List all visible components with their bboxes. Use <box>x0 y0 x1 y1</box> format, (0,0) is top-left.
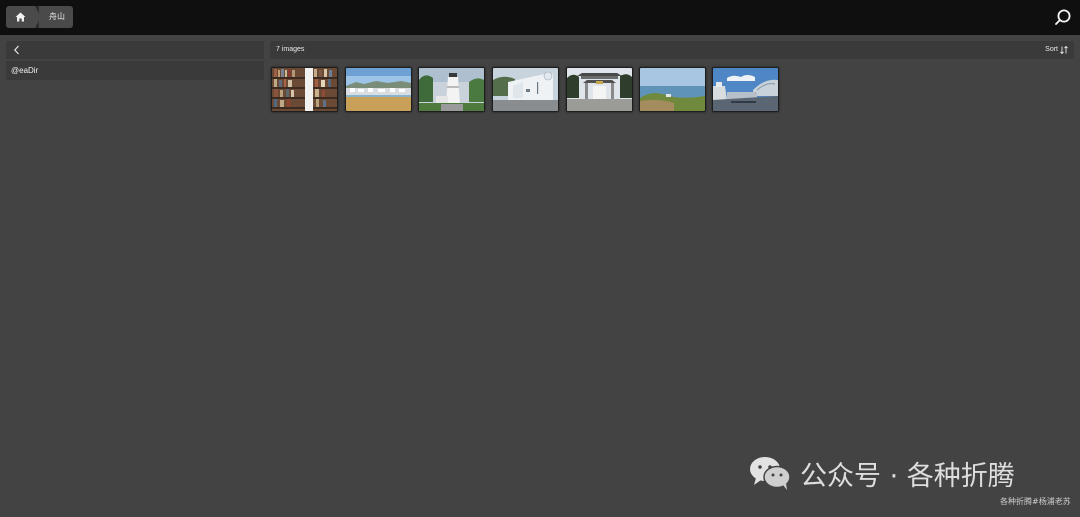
watermark-subtitle: 各种折腾#杨浦老苏 <box>1000 497 1071 506</box>
top-bar: 舟山 <box>0 0 1080 35</box>
gallery-header: 7 images Sort <box>270 41 1074 59</box>
search-icon[interactable] <box>1054 8 1072 26</box>
thumbnail-harbor-beach[interactable] <box>345 67 412 112</box>
breadcrumb-current[interactable]: 舟山 <box>39 6 73 28</box>
home-icon <box>15 12 26 22</box>
wechat-icon <box>750 457 791 490</box>
sort-arrows-icon <box>1060 46 1068 54</box>
thumbnail-lighthouse[interactable] <box>418 67 485 112</box>
watermark-title: 公众号 · 各种折腾 <box>800 460 1015 492</box>
watermark: 公众号 · 各种折腾 <box>748 453 1068 493</box>
breadcrumb: 舟山 <box>6 6 73 28</box>
chevron-left-icon[interactable] <box>12 45 22 55</box>
breadcrumb-home[interactable] <box>6 6 41 28</box>
image-count: 7 images <box>276 46 305 53</box>
thumbnail-temple-gate[interactable] <box>566 67 633 112</box>
sort-button[interactable]: Sort <box>1045 41 1068 59</box>
sort-label: Sort <box>1045 46 1058 53</box>
thumbnail-museum-building[interactable] <box>492 67 559 112</box>
thumbnail-ships-port[interactable] <box>712 67 779 112</box>
sidebar-item-eadir[interactable]: @eaDir <box>6 61 264 80</box>
thumbnail-bookshelf[interactable] <box>271 67 338 112</box>
thumbnail-seaside-rocks[interactable] <box>639 67 706 112</box>
sidebar-header <box>6 41 264 59</box>
